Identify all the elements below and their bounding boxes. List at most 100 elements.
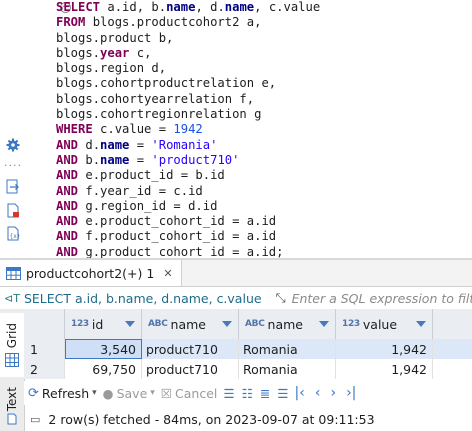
sql-code[interactable]: SELECT a.id, b.name, d.name, c.value FROM… xyxy=(56,0,320,260)
code-line[interactable]: AND d.name = 'Romania' xyxy=(56,138,320,153)
save-button[interactable]: ● Save ▾ xyxy=(103,386,155,401)
code-token: blogs.region d, xyxy=(56,61,167,76)
sort-arrow-icon[interactable] xyxy=(222,321,232,327)
sql-editor[interactable]: .... {x} − SELECT a.id, b.name, d.name, … xyxy=(0,0,472,260)
cell-name[interactable]: product710 xyxy=(142,339,239,359)
next-page-icon[interactable]: › xyxy=(330,385,336,401)
export-icon[interactable] xyxy=(5,178,21,194)
cell-id[interactable]: 69,750 xyxy=(65,359,142,379)
row-number: 2 xyxy=(24,359,65,379)
code-line[interactable]: blogs.cohortproductrelation e, xyxy=(56,76,320,91)
filter-placeholder: Enter a SQL expression to filter xyxy=(291,290,472,306)
refresh-icon: ⟳ xyxy=(28,385,39,401)
code-token: a.id, b. xyxy=(100,0,167,14)
cell-name[interactable]: Romania xyxy=(239,339,336,359)
cancel-button[interactable]: ☒ Cancel xyxy=(161,386,218,401)
chevron-down-icon[interactable]: ▾ xyxy=(92,388,97,398)
code-token: AND xyxy=(56,229,79,244)
cell-name[interactable]: product710 xyxy=(142,359,239,379)
cell-value[interactable]: 1,942 xyxy=(336,359,433,379)
code-line[interactable]: blogs.cohortyearrelation f, xyxy=(56,92,320,107)
close-icon[interactable]: ✕ xyxy=(163,267,172,280)
log-icon[interactable]: ▭ xyxy=(30,413,40,426)
table-row[interactable]: 1 3,540 product710 Romania 1,942 xyxy=(24,339,472,359)
column-header-name-1[interactable]: ABC name xyxy=(142,309,239,339)
code-token: = xyxy=(129,137,152,152)
code-line[interactable]: blogs.cohortregionrelation g xyxy=(56,107,320,122)
column-label: value xyxy=(362,316,398,332)
code-line[interactable]: blogs.product b, xyxy=(56,31,320,46)
sort-arrow-icon[interactable] xyxy=(319,321,329,327)
code-token: blogs.productcohort2 a, xyxy=(85,15,262,30)
code-token: f.product_cohort_id = a.id xyxy=(78,229,277,244)
code-line[interactable]: FROM blogs.productcohort2 a, xyxy=(56,15,320,30)
edit-row-icon[interactable]: ☰ xyxy=(223,386,234,401)
code-token: name xyxy=(224,0,255,14)
code-line[interactable]: blogs.year c, xyxy=(56,46,320,61)
add-row-icon[interactable]: ☷ xyxy=(242,386,253,401)
last-page-icon[interactable]: ›| xyxy=(346,385,356,401)
grid-header: 123 id ABC name ABC name 123 value xyxy=(24,309,472,340)
code-line[interactable]: AND e.product_id = b.id xyxy=(56,168,320,183)
variables-icon[interactable]: {x} xyxy=(5,225,21,241)
first-page-icon[interactable]: |‹ xyxy=(295,385,305,401)
tab-grid-label: Grid xyxy=(5,323,19,349)
cell-value[interactable]: 1,942 xyxy=(336,339,433,359)
code-line[interactable]: AND f.year_id = c.id xyxy=(56,184,320,199)
refresh-label: Refresh xyxy=(41,385,90,401)
code-token: AND xyxy=(56,152,79,167)
settings-gear-icon[interactable] xyxy=(5,137,21,153)
code-line[interactable]: WHERE c.value = 1942 xyxy=(56,122,320,137)
delete-row-icon[interactable]: ☰ xyxy=(277,386,288,401)
code-line[interactable]: SELECT a.id, b.name, d.name, c.value xyxy=(56,0,320,15)
script-file-icon[interactable] xyxy=(5,202,21,218)
code-line[interactable]: AND f.product_cohort_id = a.id xyxy=(56,229,320,244)
filter-expression-input[interactable]: ⤡ Enter a SQL expression to filter xyxy=(276,290,472,306)
code-line[interactable]: AND e.product_cohort_id = a.id xyxy=(56,214,320,229)
filter-icon: ⊲T xyxy=(4,291,20,305)
code-token: b. xyxy=(78,152,101,167)
code-token: SELECT xyxy=(56,0,101,14)
cell-id[interactable]: 3,540 xyxy=(65,339,142,359)
code-token: WHERE xyxy=(56,122,93,137)
chevron-down-icon[interactable]: ▾ xyxy=(150,388,155,398)
code-token: blogs.cohortyearrelation f, xyxy=(56,91,255,106)
code-line[interactable]: blogs.region d, xyxy=(56,61,320,76)
code-token: AND xyxy=(56,214,79,229)
column-header-id[interactable]: 123 id xyxy=(65,309,142,339)
view-mode-tabs: Grid Text xyxy=(0,309,25,431)
cancel-icon: ☒ xyxy=(160,385,173,401)
sort-arrow-icon[interactable] xyxy=(416,321,426,327)
grid-icon xyxy=(5,352,19,367)
tab-productcohort2[interactable]: productcohort2(+) 1 ✕ xyxy=(0,260,182,286)
edit-actions: ☰ ☷ ≣ ☰ xyxy=(223,386,288,401)
code-token: , c.value xyxy=(254,0,321,14)
code-line[interactable]: AND b.name = 'product710' xyxy=(56,153,320,168)
status-bar: ▭ 2 row(s) fetched - 84ms, on 2023-09-07… xyxy=(24,408,472,430)
refresh-button[interactable]: ⟳ Refresh ▾ xyxy=(28,386,97,401)
copy-row-icon[interactable]: ≣ xyxy=(260,386,270,401)
code-token: blogs.cohortregionrelation g xyxy=(56,107,262,122)
code-token: blogs.cohortproductrelation e, xyxy=(56,76,277,91)
code-token: AND xyxy=(56,137,79,152)
tab-grid[interactable]: Grid xyxy=(0,313,24,377)
table-icon xyxy=(6,266,21,280)
code-token: FROM xyxy=(56,15,86,30)
table-row[interactable]: 2 69,750 product710 Romania 1,942 xyxy=(24,359,472,379)
column-header-value[interactable]: 123 value xyxy=(336,309,433,339)
previous-page-icon[interactable]: ‹ xyxy=(315,385,321,401)
sort-arrow-icon[interactable] xyxy=(125,321,135,327)
save-label: Save xyxy=(116,385,148,401)
column-header-name-2[interactable]: ABC name xyxy=(239,309,336,339)
save-icon: ● xyxy=(102,385,114,401)
tab-text[interactable]: Text xyxy=(0,383,24,429)
results-toolbar: ⟳ Refresh ▾ ● Save ▾ ☒ Cancel ☰ ☷ ≣ ☰ |‹… xyxy=(24,381,472,405)
cell-name[interactable]: Romania xyxy=(239,359,336,379)
code-token: f.year_id = c.id xyxy=(78,183,203,198)
expand-icon[interactable]: ⤡ xyxy=(276,290,286,306)
row-number: 1 xyxy=(24,339,65,359)
code-line[interactable]: AND g.region_id = d.id xyxy=(56,199,320,214)
numeric-type-icon: 123 xyxy=(71,319,89,329)
code-token: year xyxy=(100,45,130,60)
column-label: name xyxy=(267,316,303,332)
